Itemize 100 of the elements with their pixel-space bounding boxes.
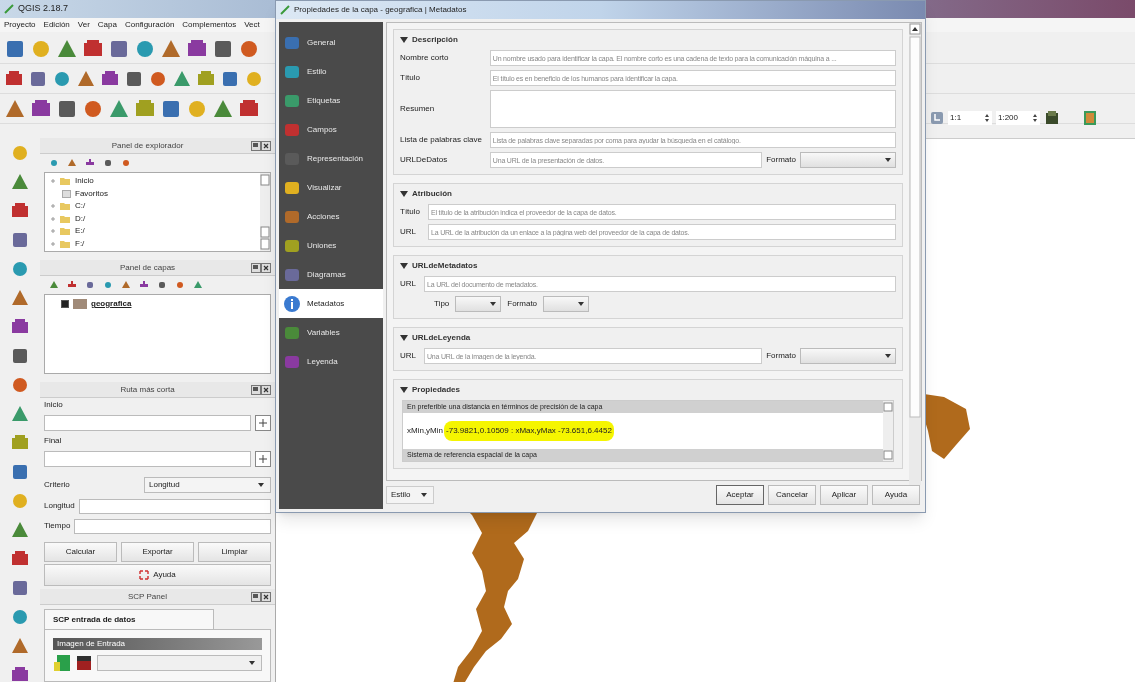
section-title: Descripción [412, 34, 458, 46]
field-label: Resumen [400, 103, 436, 115]
field-label: URL [400, 226, 417, 238]
tree-item[interactable]: D:/ [75, 214, 86, 223]
plus-icon [258, 454, 268, 464]
nav-item[interactable]: Acciones [279, 202, 383, 231]
tool-icon[interactable] [48, 279, 60, 291]
dock-controls-icon[interactable] [251, 262, 271, 273]
menu-item[interactable]: Capa [97, 19, 117, 31]
dropdown[interactable]: Longitud [144, 477, 271, 493]
nav-item[interactable]: Leyenda [279, 347, 383, 376]
group-header: Imagen de Entrada [53, 638, 262, 650]
tool-icon[interactable] [84, 279, 96, 291]
menu-item[interactable]: Vect [244, 19, 260, 31]
tree-item[interactable]: F:/ [75, 239, 85, 248]
panel-tab[interactable]: SCP entrada de datos [44, 609, 214, 629]
menu-item[interactable]: Complementos [182, 19, 237, 31]
tool-icon[interactable] [10, 346, 30, 366]
nav-item[interactable]: Uniones [279, 231, 383, 260]
field-label: URL [400, 278, 416, 290]
dialog-button[interactable]: Aceptar [716, 485, 764, 505]
menu-item[interactable]: Configuración [124, 19, 175, 31]
layer-name[interactable]: geografica [91, 298, 132, 310]
spin-box[interactable]: 1:1 [948, 111, 992, 125]
scrollbar[interactable] [883, 401, 893, 461]
tool-icon[interactable] [156, 279, 168, 291]
field-label: Formato [766, 154, 796, 166]
menu-item[interactable]: Proyecto [4, 19, 36, 31]
dialog-button[interactable]: Ayuda [872, 485, 920, 505]
tool-icon[interactable] [120, 279, 132, 291]
checkbox[interactable] [61, 300, 69, 308]
menu-item[interactable]: Edición [43, 19, 70, 31]
tree-item[interactable]: Favoritos [75, 189, 108, 198]
nav-item[interactable]: Estilo [279, 57, 383, 86]
tool-icon[interactable] [102, 157, 114, 169]
input-field[interactable] [74, 518, 271, 534]
tool-icon[interactable] [10, 375, 30, 395]
add-button[interactable] [255, 415, 271, 431]
spin-box[interactable]: 1:200 [996, 111, 1040, 125]
rotation-icon[interactable] [930, 111, 944, 125]
nav-item[interactable]: Visualizar [279, 173, 383, 202]
collapse-arrow-icon[interactable] [400, 262, 408, 270]
nav-item[interactable]: Campos [279, 115, 383, 144]
dock-controls-icon[interactable] [251, 591, 271, 602]
collapse-arrow-icon[interactable] [400, 386, 408, 394]
tool-icon[interactable] [10, 230, 30, 250]
style-button[interactable]: Estilo [386, 486, 434, 504]
folder-icon [49, 201, 71, 212]
help-icon [139, 570, 150, 580]
dock-controls-icon[interactable] [251, 384, 271, 395]
input-field[interactable] [44, 415, 251, 431]
folder-icon [49, 176, 71, 187]
field-label: Formato [507, 298, 538, 310]
dock-controls-icon[interactable] [251, 140, 271, 151]
field-label: Lista de palabras clave [400, 134, 482, 146]
tool-icon[interactable] [10, 578, 30, 598]
tool-icon[interactable] [120, 157, 132, 169]
tool-icon[interactable] [10, 520, 30, 540]
nav-item[interactable]: Variables [279, 318, 383, 347]
raster-icon[interactable] [75, 654, 93, 672]
tool-icon[interactable] [10, 172, 30, 192]
panel-button[interactable]: Limpiar [198, 542, 271, 562]
tree-item[interactable]: Inicio [75, 177, 94, 186]
help-button[interactable]: Ayuda [44, 564, 271, 586]
tool-icon[interactable] [10, 462, 30, 482]
favorites-icon [62, 189, 71, 198]
scrollbar[interactable] [260, 173, 270, 251]
collapse-arrow-icon[interactable] [400, 36, 408, 44]
dialog-button[interactable]: Cancelar [768, 485, 816, 505]
input-field[interactable] [78, 498, 271, 514]
add-button[interactable] [255, 451, 271, 467]
panel-title: Panel de explorador [110, 139, 185, 152]
dialog-button[interactable]: Aplicar [820, 485, 868, 505]
collapse-arrow-icon[interactable] [400, 190, 408, 198]
nav-item[interactable]: Diagramas [279, 260, 383, 289]
extent-value: -73.9821,0.10509 : xMax,yMax -73.651,6.4452 [444, 421, 614, 441]
panel-button[interactable]: Exportar [121, 542, 194, 562]
panel-title: Panel de capas [118, 261, 177, 274]
nav-item[interactable]: Etiquetas [279, 86, 383, 115]
nav-item[interactable]: Representación [279, 144, 383, 173]
tool-icon[interactable] [10, 665, 30, 682]
panel-title: SCP Panel [127, 590, 168, 603]
qgis-logo-icon [4, 4, 14, 14]
panel-button[interactable]: Calcular [44, 542, 117, 562]
field-label: Criterio [44, 479, 71, 491]
scrollbar[interactable] [909, 23, 921, 485]
nav-item[interactable]: General [279, 28, 383, 57]
input-field[interactable] [44, 451, 251, 467]
menu-item[interactable]: Ver [77, 19, 90, 31]
collapse-arrow-icon[interactable] [400, 334, 408, 342]
tree-item[interactable]: C:/ [75, 202, 86, 211]
nav-item[interactable]: Metadatos [279, 289, 383, 318]
tool-icon[interactable] [1044, 110, 1060, 126]
spinner-icon [1032, 113, 1038, 123]
tool-icon[interactable] [10, 636, 30, 656]
window-title: QGIS 2.18.7 [18, 2, 69, 16]
tree-item[interactable]: E:/ [75, 227, 85, 236]
tool-icon[interactable] [10, 288, 30, 308]
tool-icon[interactable] [174, 279, 186, 291]
tool-icon[interactable] [66, 157, 78, 169]
